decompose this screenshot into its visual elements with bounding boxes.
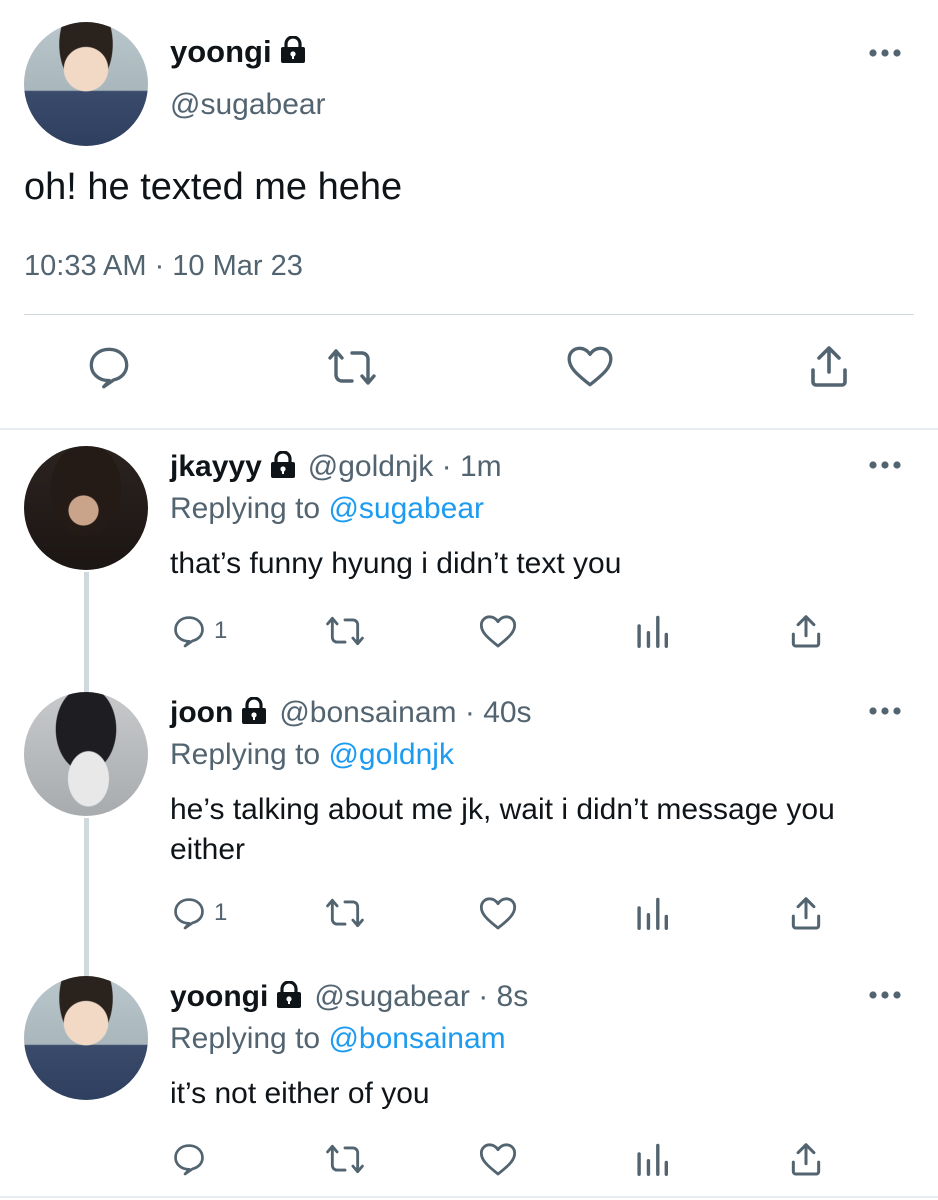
more-icon[interactable] — [868, 990, 902, 1000]
avatar[interactable] — [24, 446, 148, 570]
reply-header: jkayyy @goldnjk · 1m — [170, 449, 502, 484]
display-name[interactable]: joon — [170, 696, 233, 730]
reply-count: 1 — [214, 617, 228, 644]
tweet-text: oh! he texted me hehe — [24, 166, 403, 208]
replying-to: Replying to @sugabear — [170, 492, 484, 526]
like-icon[interactable] — [565, 342, 615, 390]
replying-label: Replying to — [170, 1022, 321, 1055]
mention-link[interactable]: @goldnjk — [328, 738, 454, 771]
tweet-actions: 1 — [0, 612, 938, 662]
reply-button[interactable] — [170, 1140, 208, 1178]
handle-time[interactable]: @sugabear · 8s — [314, 980, 528, 1014]
tweet-actions: 1 — [0, 894, 938, 944]
share-icon[interactable] — [788, 1140, 824, 1178]
reply-header: joon @bonsainam · 40s — [170, 695, 532, 730]
reply-icon — [170, 612, 208, 650]
section-divider — [0, 428, 938, 430]
mention-link[interactable]: @sugabear — [328, 492, 484, 525]
author-name-row[interactable]: yoongi — [170, 34, 306, 70]
more-icon[interactable] — [868, 48, 902, 58]
like-icon[interactable] — [478, 1140, 518, 1178]
reply-tweet[interactable]: joon @bonsainam · 40s Replying to @goldn… — [0, 692, 938, 962]
lock-icon — [270, 449, 296, 484]
display-name[interactable]: yoongi — [170, 980, 268, 1014]
main-tweet: yoongi @sugabear oh! he texted me hehe 1… — [0, 0, 938, 428]
more-icon[interactable] — [868, 706, 902, 716]
reply-header: yoongi @sugabear · 8s — [170, 979, 528, 1014]
divider — [24, 314, 914, 315]
analytics-icon[interactable] — [634, 894, 668, 932]
tweet-text: it’s not either of you — [170, 1077, 430, 1110]
display-name[interactable]: jkayyy — [170, 450, 262, 484]
tweet-text: he’s talking about me jk, wait i didn’t … — [170, 793, 835, 866]
reply-icon — [170, 894, 208, 932]
share-icon[interactable] — [788, 612, 824, 650]
analytics-icon[interactable] — [634, 1140, 668, 1178]
like-icon[interactable] — [478, 612, 518, 650]
handle-time[interactable]: @bonsainam · 40s — [279, 696, 531, 730]
tweet-actions — [0, 342, 938, 402]
handle-time[interactable]: @goldnjk · 1m — [308, 450, 502, 484]
display-name[interactable]: yoongi — [170, 34, 272, 70]
lock-icon — [241, 695, 267, 730]
avatar[interactable] — [24, 22, 148, 146]
share-icon[interactable] — [788, 894, 824, 932]
avatar[interactable] — [24, 976, 148, 1100]
retweet-icon[interactable] — [326, 342, 378, 392]
share-icon[interactable] — [806, 342, 852, 390]
retweet-icon[interactable] — [324, 1140, 366, 1178]
reply-tweet[interactable]: jkayyy @goldnjk · 1m Replying to @sugabe… — [0, 446, 938, 686]
analytics-icon[interactable] — [634, 612, 668, 650]
tweet-actions — [0, 1140, 938, 1190]
replying-to: Replying to @bonsainam — [170, 1022, 506, 1056]
reply-icon[interactable] — [84, 342, 134, 392]
tweet-timestamp[interactable]: 10:33 AM · 10 Mar 23 — [24, 250, 303, 283]
reply-count: 1 — [214, 899, 228, 926]
tweet-text: that’s funny hyung i didn’t text you — [170, 547, 622, 580]
mention-link[interactable]: @bonsainam — [328, 1022, 505, 1055]
lock-icon — [276, 979, 302, 1014]
reply-button[interactable]: 1 — [170, 612, 227, 650]
replying-to: Replying to @goldnjk — [170, 738, 454, 772]
reply-button[interactable]: 1 — [170, 894, 227, 932]
handle[interactable]: @sugabear — [170, 88, 326, 122]
retweet-icon[interactable] — [324, 894, 366, 932]
reply-tweet[interactable]: yoongi @sugabear · 8s Replying to @bonsa… — [0, 976, 938, 1191]
replying-label: Replying to — [170, 738, 321, 771]
retweet-icon[interactable] — [324, 612, 366, 650]
reply-icon — [170, 1140, 208, 1178]
lock-icon — [280, 34, 306, 69]
more-icon[interactable] — [868, 460, 902, 470]
section-divider — [0, 1196, 938, 1198]
replying-label: Replying to — [170, 492, 321, 525]
like-icon[interactable] — [478, 894, 518, 932]
avatar[interactable] — [24, 692, 148, 816]
